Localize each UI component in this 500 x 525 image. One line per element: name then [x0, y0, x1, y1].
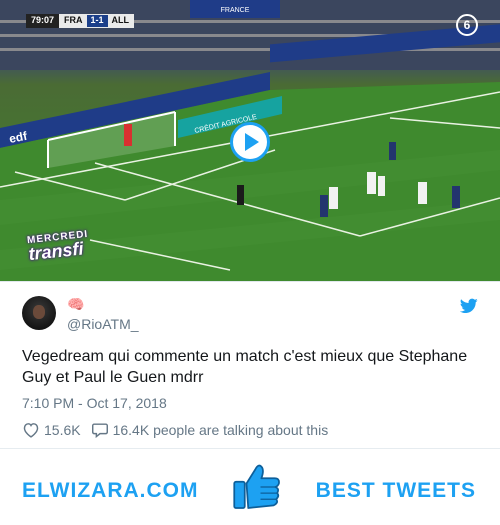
- home-team: FRA: [64, 15, 83, 25]
- tweet-timestamp[interactable]: 7:10 PM - Oct 17, 2018: [22, 395, 167, 411]
- play-icon: [245, 133, 259, 151]
- best-tweets-label: BEST TWEETS: [315, 479, 476, 502]
- reply-button[interactable]: 16.4K people are talking about this: [91, 422, 329, 438]
- user-handle[interactable]: @RioATM_: [67, 316, 139, 332]
- match-score: 1-1: [86, 15, 108, 27]
- play-button[interactable]: [230, 122, 270, 162]
- stand-banner: FRANCE: [221, 7, 250, 14]
- like-count: 15.6K: [44, 422, 81, 438]
- match-clock: 79:07: [26, 14, 60, 28]
- brain-emoji-icon: 🧠: [67, 296, 85, 312]
- like-button[interactable]: 15.6K: [22, 422, 81, 438]
- score-teams: FRA 1-1 ALL: [59, 14, 135, 28]
- scorebug: 79:07 FRA 1-1 ALL: [26, 14, 135, 28]
- avatar[interactable]: [22, 296, 56, 330]
- avatar-face: [33, 305, 45, 319]
- footer-banner: ELWIZARA.COM BEST TWEETS: [0, 448, 500, 525]
- watermark-logo: MERCREDI transfi: [27, 229, 91, 265]
- heart-icon: [23, 423, 39, 438]
- channel-logo: 6: [456, 14, 478, 36]
- thumbs-up-icon: [233, 464, 280, 509]
- speech-bubble-icon: [91, 423, 108, 438]
- conversation-count: 16.4K people are talking about this: [112, 422, 329, 438]
- tweet-header: 🧠 @RioATM_: [0, 281, 500, 341]
- twitter-bird-icon[interactable]: [460, 298, 478, 314]
- tweet-text: Vegedream qui commente un match c'est mi…: [22, 348, 468, 386]
- video-player[interactable]: FRANCE #EclaironsLesBleus edf CRÉ: [0, 0, 500, 281]
- away-team: ALL: [111, 15, 130, 25]
- site-name[interactable]: ELWIZARA.COM: [22, 479, 198, 503]
- tweet-actions: 15.6K 16.4K people are talking about thi…: [22, 422, 338, 438]
